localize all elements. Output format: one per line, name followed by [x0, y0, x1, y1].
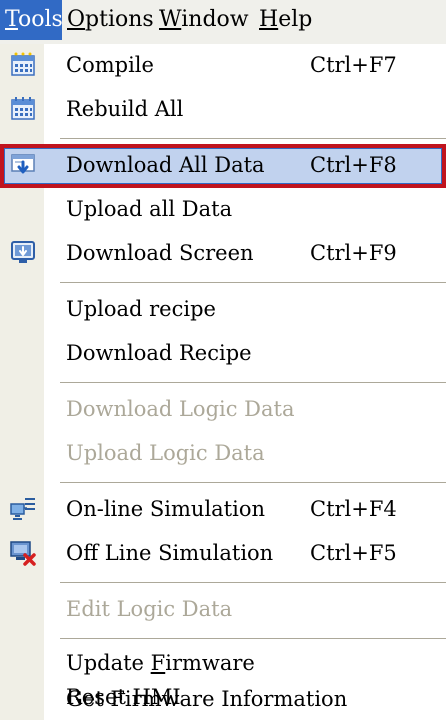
tools-dropdown: Compile Ctrl+F7 Rebuild All Download All… — [0, 44, 446, 720]
menu-item-shortcut: Ctrl+F7 — [310, 53, 397, 77]
rebuild-icon — [11, 97, 35, 120]
menu-item-compile[interactable]: Compile Ctrl+F7 — [0, 44, 446, 88]
menu-item-upload-logic-data: Upload Logic Data — [0, 432, 446, 476]
menu-separator — [60, 282, 446, 284]
download-all-icon — [11, 154, 35, 174]
menu-item-label: Download Recipe — [66, 341, 252, 365]
menu-item-label: Off Line Simulation — [66, 541, 274, 565]
menu-item-download-screen[interactable]: Download Screen Ctrl+F9 — [0, 232, 446, 276]
menu-item-shortcut: Ctrl+F9 — [310, 241, 397, 265]
menu-item-label: Reset HMI — [66, 685, 181, 709]
menu-item-upload-recipe[interactable]: Upload recipe — [0, 288, 446, 332]
compile-icon — [11, 52, 35, 76]
menu-item-download-recipe[interactable]: Download Recipe — [0, 332, 446, 376]
menu-help[interactable]: Help — [254, 0, 334, 40]
menu-item-label: Rebuild All — [66, 97, 184, 121]
menu-separator — [60, 482, 446, 484]
menu-item-offline-simulation[interactable]: Off Line Simulation Ctrl+F5 — [0, 532, 446, 576]
menu-item-upload-all-data[interactable]: Upload all Data — [0, 188, 446, 232]
online-simulation-icon — [10, 498, 35, 520]
menu-item-reset-hmi[interactable]: Reset HMI — [0, 676, 446, 720]
menu-item-edit-logic-data: Edit Logic Data — [0, 588, 446, 632]
menu-separator — [60, 582, 446, 584]
menu-options[interactable]: Options — [62, 0, 154, 40]
download-screen-icon — [11, 241, 35, 263]
icon-gutter — [0, 676, 44, 720]
menu-item-label: Upload Logic Data — [66, 441, 265, 465]
menu-window[interactable]: Window — [154, 0, 254, 40]
menu-item-label: Upload recipe — [66, 297, 216, 321]
menu-item-label: Download Logic Data — [66, 397, 295, 421]
menu-bar: Tools Options Window Help — [0, 0, 446, 45]
menu-item-online-simulation[interactable]: On-line Simulation Ctrl+F4 — [0, 488, 446, 532]
menu-item-shortcut: Ctrl+F4 — [310, 497, 397, 521]
menu-item-rebuild-all[interactable]: Rebuild All — [0, 88, 446, 132]
menu-item-label: Upload all Data — [66, 197, 233, 221]
menu-item-label: Download All Data — [66, 153, 265, 177]
menu-item-shortcut: Ctrl+F8 — [310, 153, 397, 177]
menu-tools[interactable]: Tools — [0, 0, 63, 40]
menu-item-download-logic-data: Download Logic Data — [0, 388, 446, 432]
menu-separator — [60, 138, 446, 140]
menu-separator — [60, 638, 446, 640]
menu-item-label: Download Screen — [66, 241, 254, 265]
menu-item-label: Edit Logic Data — [66, 597, 233, 621]
offline-simulation-icon — [10, 541, 36, 566]
menu-item-shortcut: Ctrl+F5 — [310, 541, 397, 565]
menu-item-label: Compile — [66, 53, 154, 77]
menu-item-download-all-data[interactable]: Download All Data Ctrl+F8 — [0, 144, 446, 188]
menu-item-label: On-line Simulation — [66, 497, 265, 521]
menu-separator — [60, 382, 446, 384]
